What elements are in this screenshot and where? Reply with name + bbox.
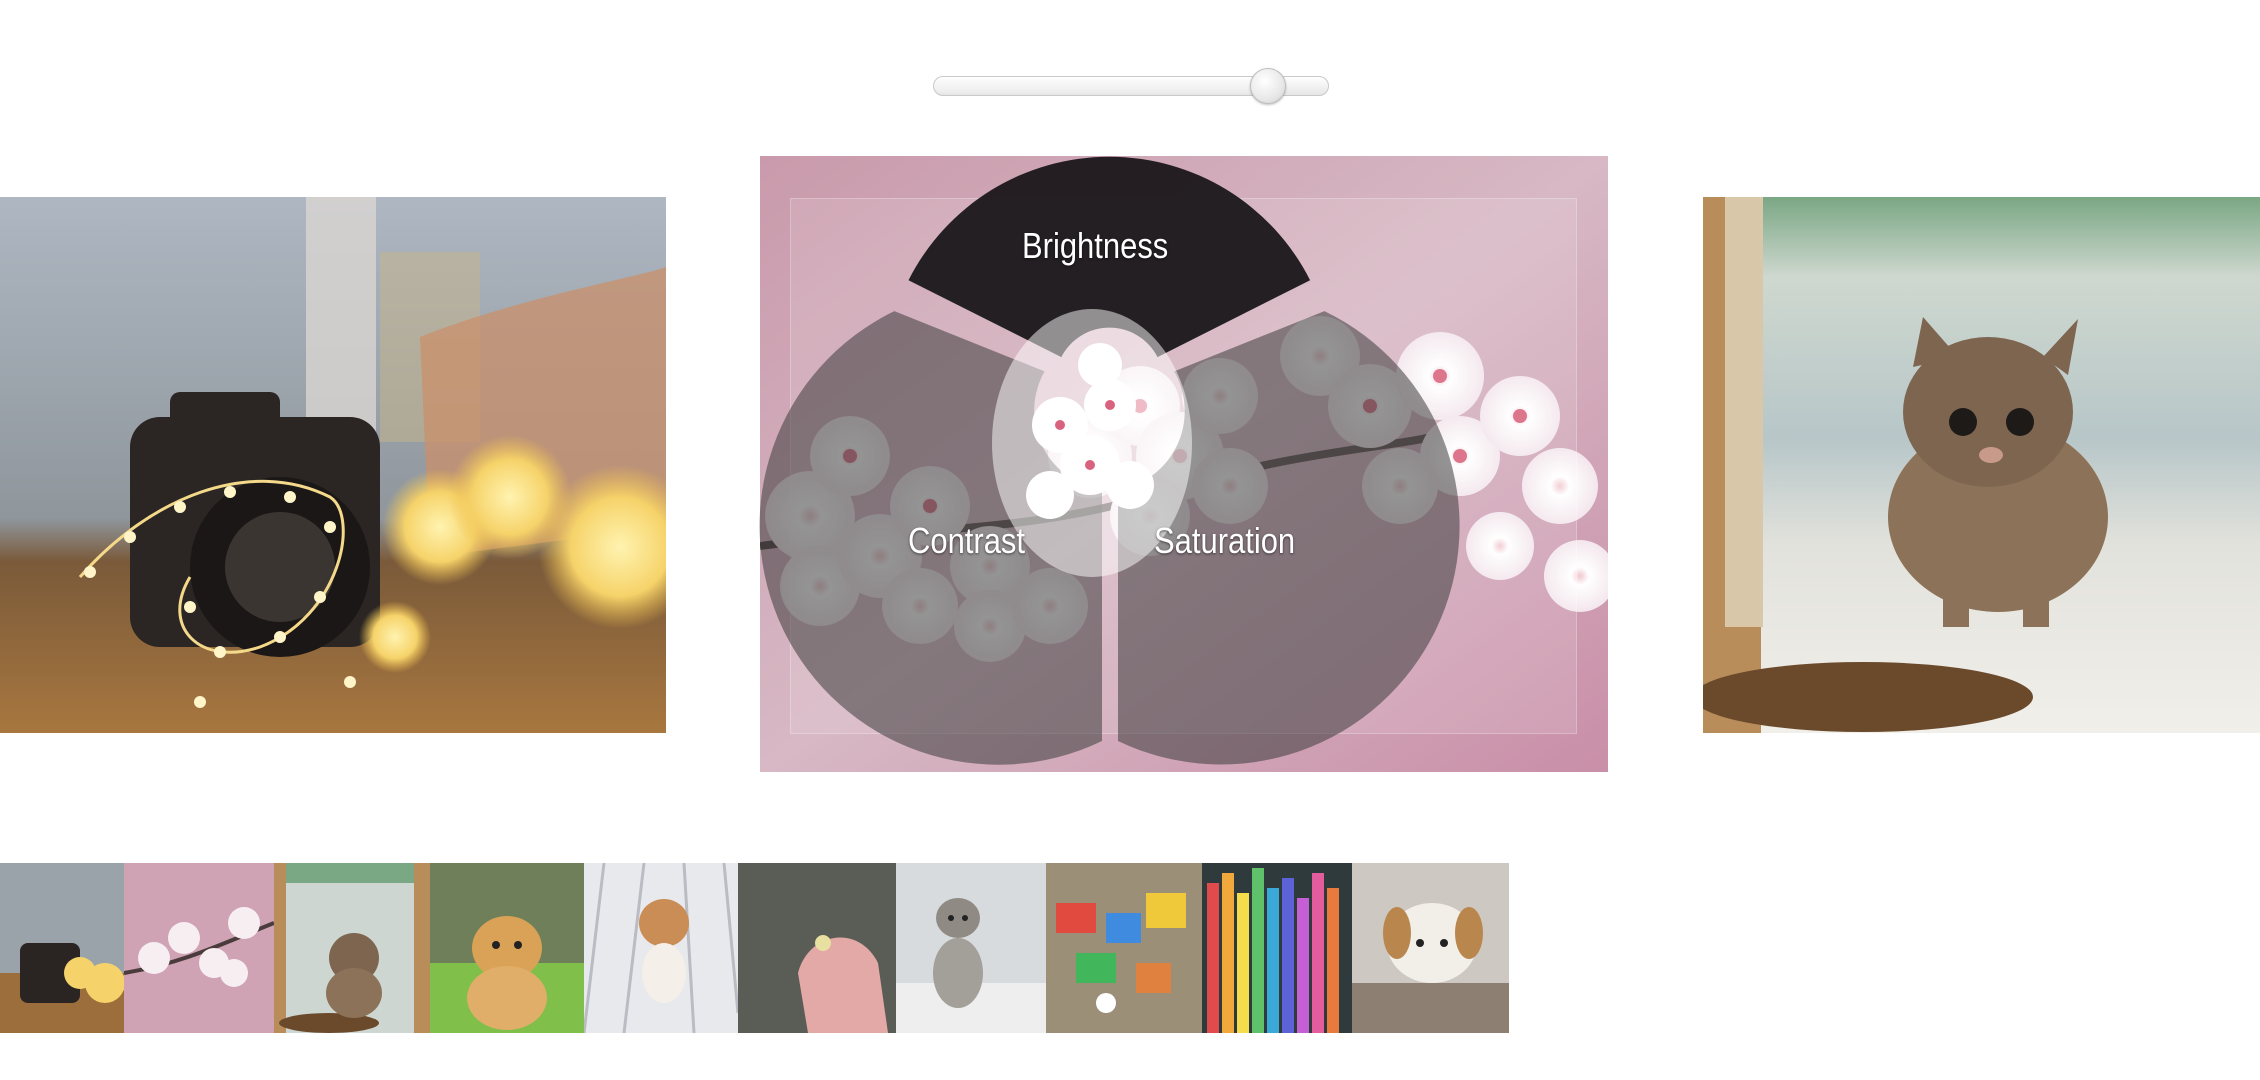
thumbnail-hand[interactable] [738,863,896,1033]
saturation-label: Saturation [1154,520,1296,561]
slider-fill [935,79,1268,93]
brightness-slider[interactable] [933,68,1329,104]
previous-image[interactable] [0,197,666,733]
thumbnail-pencils[interactable] [1202,863,1352,1033]
slider-thumb[interactable] [1249,68,1286,104]
thumbnail-toys[interactable] [1046,863,1202,1033]
thumbnail-golden-puppy[interactable] [430,863,584,1033]
thumbnail-camera[interactable] [0,863,124,1033]
thumbnail-tabby-kitten[interactable] [896,863,1046,1033]
thumbnail-puppy-on-deck[interactable] [584,863,738,1033]
adjustment-radial-menu: Brightness Contrast Saturation [759,125,1460,765]
brightness-label: Brightness [1022,225,1169,266]
next-image[interactable] [1703,197,2260,733]
contrast-label: Contrast [908,520,1026,561]
thumbnail-kitten[interactable] [274,863,430,1033]
thumbnail-puppy-on-rug[interactable] [1352,863,1509,1033]
thumbnail-strip [0,863,1509,1033]
thumbnail-cherry-blossom[interactable] [124,863,274,1033]
